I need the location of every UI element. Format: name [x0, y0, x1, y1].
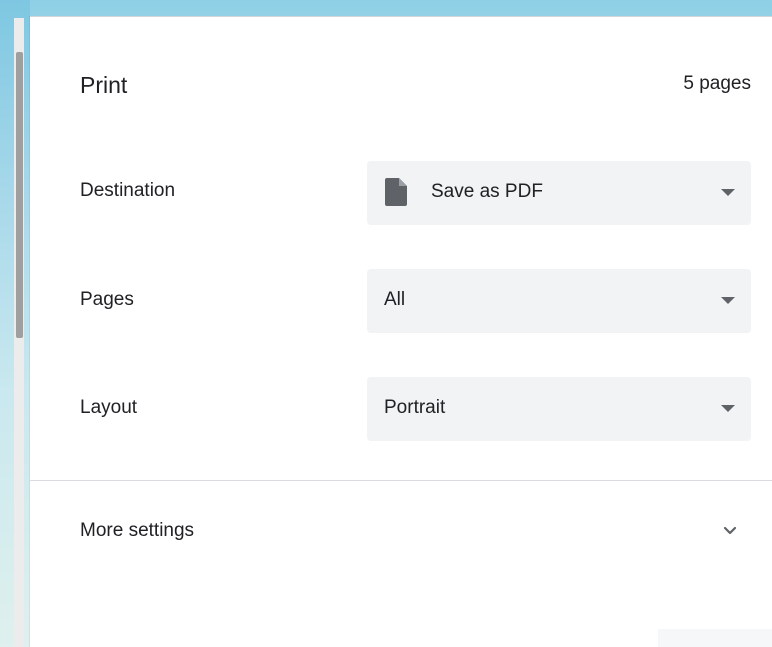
more-settings-label: More settings [80, 520, 195, 541]
footer-edge [658, 629, 772, 647]
dialog-title: Print [80, 72, 128, 98]
caret-down-icon [721, 405, 735, 412]
destination-select[interactable]: Save as PDF [367, 161, 751, 225]
caret-down-icon [721, 297, 735, 304]
print-settings-panel: Print 5 pages Destination Save as PDF Pa… [30, 16, 772, 647]
destination-label: Destination [80, 180, 176, 201]
caret-down-icon [721, 189, 735, 196]
pages-select[interactable]: All [367, 269, 751, 333]
section-divider [30, 480, 772, 481]
chevron-down-icon [723, 526, 737, 535]
layout-value: Portrait [384, 397, 446, 418]
document-icon [385, 178, 407, 206]
destination-value: Save as PDF [431, 181, 543, 202]
more-settings-toggle[interactable]: More settings [30, 487, 772, 577]
layout-label: Layout [80, 397, 138, 418]
pages-label: Pages [80, 289, 134, 310]
pages-value: All [384, 289, 406, 310]
page-count: 5 pages [683, 73, 751, 94]
preview-scrollbar-thumb[interactable] [16, 52, 23, 338]
layout-select[interactable]: Portrait [367, 377, 751, 441]
